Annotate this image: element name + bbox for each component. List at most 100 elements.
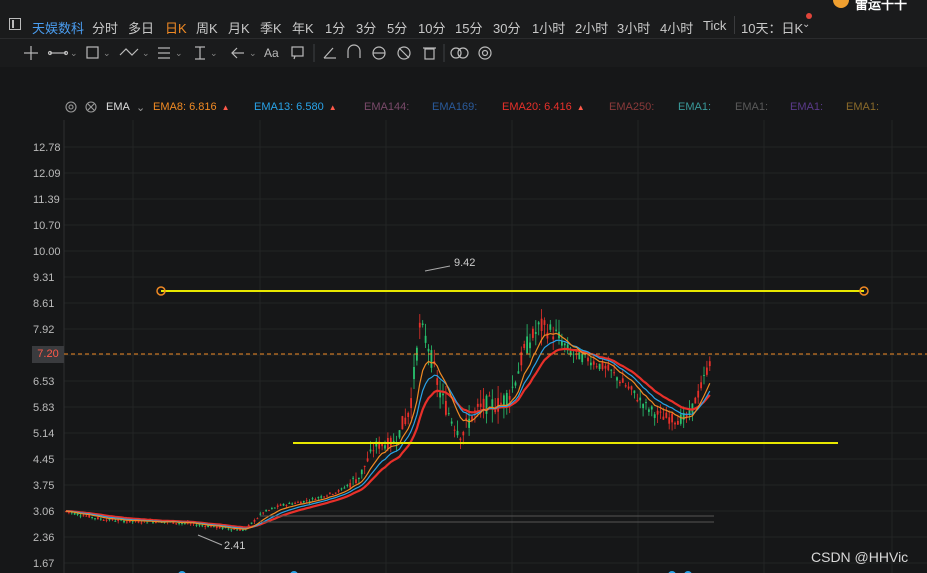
svg-text:⌄: ⌄ [70,48,78,58]
candle-body [178,523,180,525]
ema-legend-item[interactable]: EMA169: [432,101,477,113]
svg-text:⌄: ⌄ [210,48,218,58]
candle-body [700,382,702,389]
y-tick-label: 3.75 [33,480,54,492]
ema-legend-item[interactable]: EMA250: [609,101,654,113]
candle-body [636,399,639,402]
candle-body [526,336,528,354]
ema-legend-item[interactable]: EMA1: [678,101,711,113]
timeframe-tab[interactable]: 3小时 [617,18,650,37]
stock-name[interactable]: 天娱数科 [32,18,84,37]
candle-body [445,400,447,415]
candle-body [253,519,256,522]
candle-body [601,361,604,370]
timeframe-tab[interactable]: 5分 [387,18,407,37]
candle-body [453,429,456,431]
candle-body [450,421,453,424]
candle-body [302,500,305,503]
candle-body [343,487,346,489]
drawing-toolbar: ⌄ ⌄ ⌄ ⌄ ⌄ ⌄ Aa [0,39,927,67]
period-selector[interactable]: 10天：日K [741,18,803,37]
current-price-tag: 7.20 [32,346,64,363]
candle-body [677,420,679,425]
timeframe-tab[interactable]: 多日 [128,18,154,37]
candle-body [99,518,102,520]
candle-body [534,332,537,334]
candle-body [242,529,244,531]
timeframe-tab[interactable]: 周K [196,18,218,37]
timeframe-tab[interactable]: 15分 [455,18,482,37]
price-chart[interactable]: 12.78 12.09 11.39 10.70 10.00 9.31 8.61 7.92 6.5… [0,120,927,573]
ema-legend-item[interactable]: EMA8: 6.816 ▲ [153,101,230,113]
y-tick-label: 3.06 [33,506,54,518]
y-tick-label: 9.31 [33,272,54,284]
candle-body [674,422,676,425]
candle-body [334,492,337,494]
candle-body [271,508,273,510]
user-name[interactable]: 雷运十十 [855,0,907,13]
candle-body [363,465,366,468]
candle-body [503,395,505,407]
svg-text:⌄: ⌄ [103,48,111,58]
candle-body [123,520,125,523]
candle-body [439,392,441,398]
up-arrow-icon: ▲ [221,103,230,112]
candle-body [616,377,618,381]
candle-body [708,361,711,367]
candle-body [97,517,99,520]
ema-legend-item[interactable]: EMA1: [790,101,823,113]
timeframe-tab[interactable]: 1分 [325,18,345,37]
chevron-down-icon[interactable]: ⌄ [802,19,810,30]
candle-body [346,484,349,486]
timeframe-tab[interactable]: 30分 [493,18,520,37]
ema-legend-item[interactable]: EMA20: 6.416 ▲ [502,101,585,113]
candle-body [279,504,282,506]
candle-body [131,521,134,523]
ema-legend-item[interactable]: EMA1: [735,101,768,113]
delete-icon [423,47,436,60]
timeframe-tab[interactable]: 3分 [356,18,376,37]
candle-body [500,402,502,404]
timeframe-tab[interactable]: 1小时 [532,18,565,37]
timeframe-tab[interactable]: 季K [260,18,282,37]
candle-body [427,348,430,352]
candle-body [691,403,694,413]
timeframe-tab[interactable]: 4小时 [660,18,693,37]
candle-body [569,351,572,356]
layout-icon[interactable] [9,18,21,30]
candle-body [358,477,360,480]
arrow-tool-icon [231,47,244,59]
timeframe-tab[interactable]: 2小时 [575,18,608,37]
svg-text:⌄: ⌄ [175,48,183,58]
candle-body [311,498,314,500]
candle-body [497,398,499,412]
candle-body [485,395,488,414]
candle-body [468,418,470,428]
timeframe-tab[interactable]: 10分 [418,18,445,37]
timeframe-tab[interactable]: Tick [703,18,726,33]
candle-body [604,365,607,369]
candle-body [329,492,331,494]
candle-body [82,515,85,517]
candle-body [404,417,407,425]
avatar[interactable] [833,0,849,8]
timeframe-tab[interactable]: 月K [228,18,250,37]
timeframe-tab[interactable]: 分时 [92,18,118,37]
chevron-down-icon[interactable]: ⌄ [136,101,145,114]
lock-icon [372,46,386,60]
timeframe-tab[interactable]: 日K [165,18,187,37]
candle-body [360,469,363,475]
candle-body [369,449,372,452]
indicator-name[interactable]: EMA [106,101,130,113]
timeframe-tab[interactable]: 年K [292,18,314,37]
ema-legend-item[interactable]: EMA144: [364,101,409,113]
hide-icon [397,46,411,60]
candle-body [384,445,386,449]
up-arrow-icon: ▲ [576,103,585,112]
ema-legend-item[interactable]: EMA1: [846,101,879,113]
ema-legend-item[interactable]: EMA13: 6.580 ▲ [254,101,337,113]
y-tick-label: 6.53 [33,376,54,388]
candle-body [572,353,575,355]
candle-body [268,510,270,512]
top-bar: 天娱数科 分时 多日 日K 周K 月K 季K 年K 1分 3分 5分 10分 15分 30分 1小时 2小时… [0,0,927,39]
